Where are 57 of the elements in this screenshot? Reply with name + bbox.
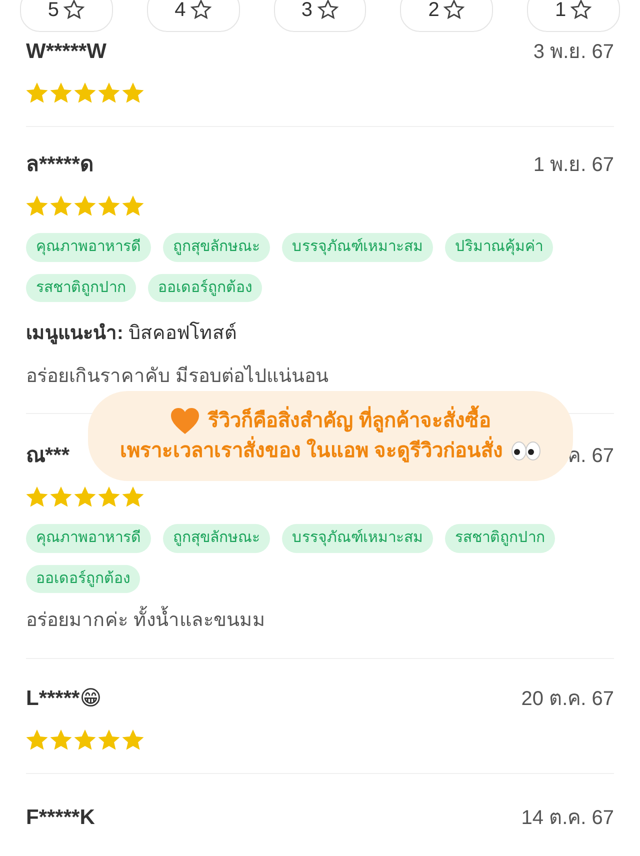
- review-date: 20 ต.ค. 67: [521, 686, 614, 712]
- star-outline-icon: [443, 0, 466, 21]
- star-icon: [74, 728, 96, 750]
- star-icon: [122, 82, 144, 104]
- star-outline-icon: [62, 0, 85, 21]
- review-date: 1 พ.ย. 67: [533, 153, 614, 178]
- star-icon: [74, 82, 96, 104]
- heart-icon: [170, 407, 200, 435]
- eyes-icon: [511, 441, 542, 461]
- star-icon: [50, 195, 72, 217]
- star-icon: [98, 195, 120, 217]
- star-icon: [122, 195, 144, 217]
- review-tag: ถูกสุขลักษณะ: [163, 524, 270, 552]
- review-tag: รสชาติถูกปาก: [26, 274, 136, 302]
- review-tag: คุณภาพอาหารดี: [26, 233, 151, 262]
- caption-text: เพราะเวลาเราสั่งของ ในแอพ จะดูรีวิวก่อนสั่ง: [120, 436, 504, 466]
- rating-filter-chip[interactable]: 5: [20, 0, 113, 32]
- star-icon: [74, 195, 96, 217]
- recommended-menu: เมนูแนะนำ: บิสคอฟโทสต์: [26, 320, 614, 348]
- reviewer-name: ณ***: [26, 443, 70, 470]
- reviewer-name: L*****😁: [26, 686, 102, 712]
- star-icon: [50, 728, 72, 750]
- star-icon: [26, 486, 48, 508]
- star-icon: [98, 486, 120, 508]
- rating-filter-chip[interactable]: 3: [274, 0, 366, 32]
- review-tag: ปริมาณคุ้มค่า: [445, 233, 553, 262]
- star-outline-icon: [190, 0, 212, 21]
- review-date: 14 ต.ค. 67: [521, 806, 614, 830]
- star-icon: [98, 82, 120, 104]
- star-icon: [26, 728, 48, 750]
- star-outline-icon: [316, 0, 339, 21]
- rating-filter-chip[interactable]: 1: [527, 0, 620, 32]
- star-icon: [26, 82, 48, 104]
- rating-filter-chip[interactable]: 2: [400, 0, 494, 32]
- caption-text: รีวิวก็คือสิ่งสำคัญ ที่ลูกค้าจะสั่งซื้อ: [208, 406, 491, 436]
- review-date: 3 พ.ย. 67: [533, 40, 614, 65]
- reviewer-name: F*****K: [26, 804, 95, 831]
- reviewer-name: W*****W: [26, 39, 107, 66]
- star-icon: [122, 486, 144, 508]
- reviewer-name: ล*****ด: [26, 152, 94, 178]
- star-icon: [50, 486, 72, 508]
- star-icon: [50, 82, 72, 104]
- review-tag: คุณภาพอาหารดี: [26, 524, 151, 552]
- star-icon: [26, 195, 48, 217]
- rating-filter-chip[interactable]: 4: [146, 0, 240, 32]
- review-tag: ออเดอร์ถูกต้อง: [26, 564, 140, 593]
- review-comment: อร่อยมากค่ะ ทั้งน้ำและขนมม: [26, 607, 614, 636]
- star-outline-icon: [570, 0, 592, 21]
- review-tag: บรรจุภัณฑ์เหมาะสม: [282, 524, 433, 552]
- review-tag: ออเดอร์ถูกต้อง: [148, 274, 262, 302]
- star-icon: [122, 728, 144, 750]
- review-tag: ถูกสุขลักษณะ: [163, 233, 270, 262]
- review-tag: รสชาติถูกปาก: [445, 524, 555, 552]
- review-comment: อร่อยเกินราคาคับ มีรอบต่อไปแน่นอน: [26, 364, 330, 388]
- star-icon: [98, 728, 120, 750]
- star-icon: [74, 486, 96, 508]
- review-tag: บรรจุภัณฑ์เหมาะสม: [282, 233, 433, 262]
